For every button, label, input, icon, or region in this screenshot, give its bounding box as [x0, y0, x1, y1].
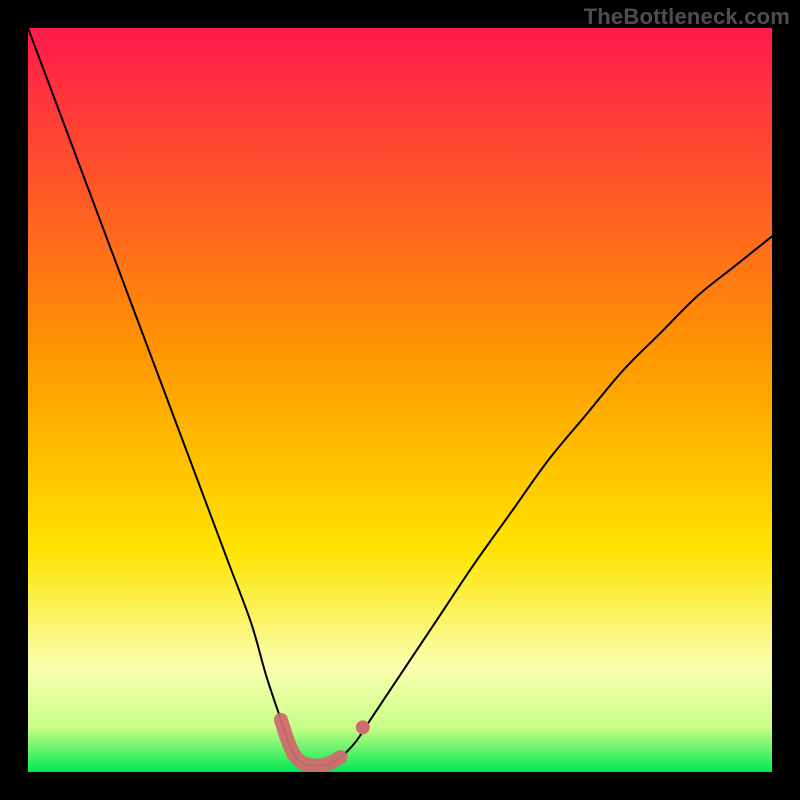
gradient-background [28, 28, 772, 772]
chart-frame: TheBottleneck.com [0, 0, 800, 800]
chart-svg [28, 28, 772, 772]
plot-area [28, 28, 772, 772]
watermark-text: TheBottleneck.com [584, 4, 790, 30]
curve-marker-dot [356, 720, 370, 734]
